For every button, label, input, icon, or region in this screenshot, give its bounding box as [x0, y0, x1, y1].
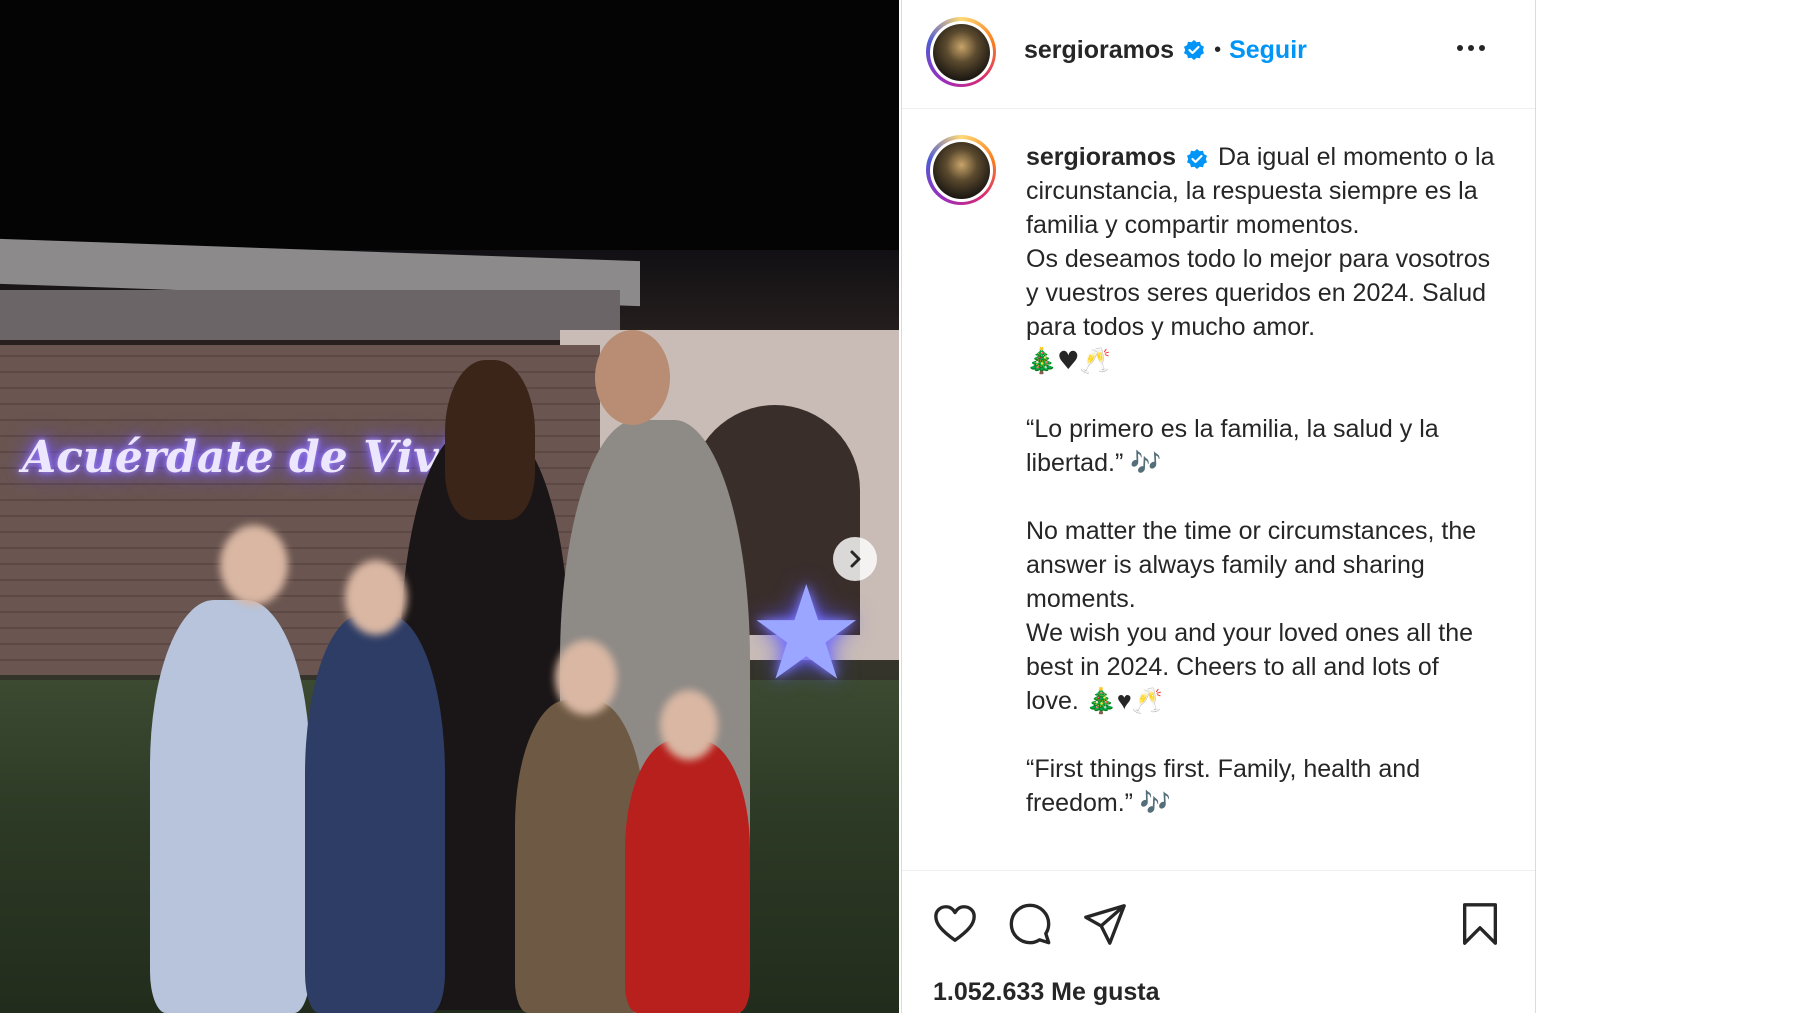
- man-head: [595, 330, 670, 425]
- more-options-icon[interactable]: [1455, 38, 1487, 58]
- caption-emoji-line: 🎄♥🥂: [1026, 346, 1111, 375]
- separator-dot: •: [1214, 39, 1222, 61]
- post-side-panel: sergioramos • Seguir sergioramos Da igua…: [901, 0, 1536, 1013]
- child-figure-4: [625, 740, 750, 1013]
- caption-quote-en: “First things first. Family, health and …: [1026, 755, 1421, 817]
- author-info: sergioramos • Seguir: [1024, 36, 1307, 65]
- post-header: sergioramos • Seguir: [902, 0, 1535, 109]
- caption-paragraph-1: sergioramos Da igual el momento o la cir…: [1026, 140, 1496, 242]
- child-head-4: [660, 690, 718, 760]
- caption-avatar[interactable]: [926, 135, 996, 205]
- caption-quote-es: “Lo primero es la familia, la salud y la…: [1026, 415, 1439, 477]
- post-actions: 1.052.633 Me gusta: [902, 870, 1535, 1014]
- send-icon[interactable]: [1082, 901, 1128, 947]
- house-eave: [0, 290, 620, 340]
- comment-icon[interactable]: [1007, 901, 1053, 947]
- heart-icon[interactable]: [932, 901, 978, 947]
- caption-line-en-1: No matter the time or circumstances, the…: [1026, 517, 1477, 613]
- verified-badge-icon: [1187, 148, 1208, 169]
- likes-count[interactable]: 1.052.633 Me gusta: [933, 978, 1160, 1007]
- child-figure-1: [150, 600, 310, 1013]
- woman-hair: [445, 360, 535, 520]
- next-photo-button[interactable]: [833, 537, 877, 581]
- caption-line-2: Os deseamos todo lo mejor para vosotros …: [1026, 245, 1491, 341]
- verified-badge-icon: [1184, 39, 1205, 60]
- star-light-decoration: ★: [748, 560, 865, 706]
- chevron-right-icon: [850, 550, 861, 568]
- child-head-1: [220, 525, 288, 605]
- author-username[interactable]: sergioramos: [1024, 36, 1174, 65]
- bookmark-icon[interactable]: [1457, 901, 1503, 947]
- author-avatar[interactable]: [926, 17, 996, 87]
- caption-line-en-2: We wish you and your loved ones all the …: [1026, 619, 1474, 715]
- child-head-2: [345, 560, 407, 635]
- caption-username[interactable]: sergioramos: [1026, 143, 1176, 171]
- follow-button[interactable]: Seguir: [1229, 36, 1307, 65]
- child-head-3: [555, 640, 617, 715]
- post-photo[interactable]: Acuérdate de Vivir... ★: [0, 0, 899, 1013]
- child-figure-2: [305, 615, 445, 1013]
- post-caption: sergioramos Da igual el momento o la cir…: [1026, 140, 1496, 820]
